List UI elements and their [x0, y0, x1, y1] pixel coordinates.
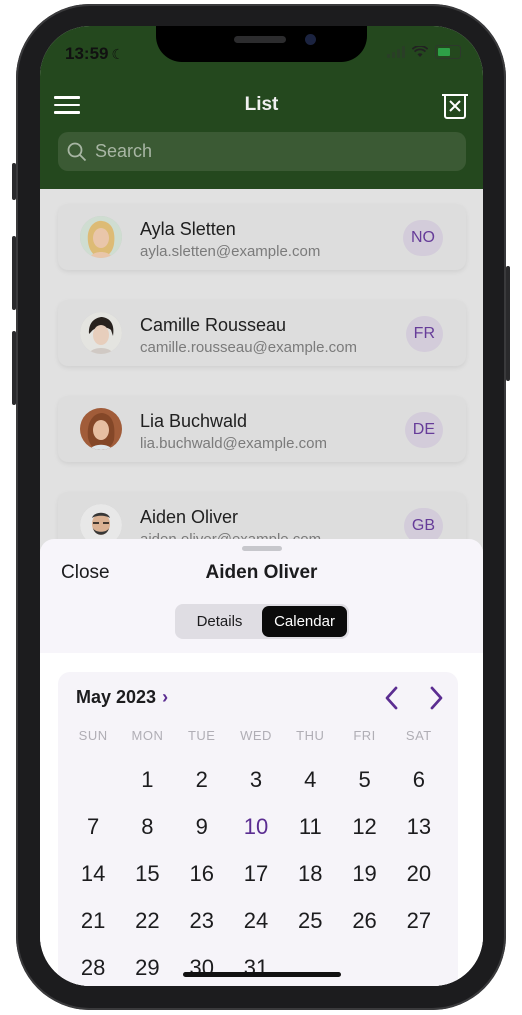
- search-input[interactable]: [93, 140, 466, 163]
- day-cell[interactable]: 31: [229, 954, 283, 986]
- weekday-label: SUN: [78, 728, 108, 743]
- day-cell-today[interactable]: 10: [229, 813, 283, 860]
- day-cell[interactable]: 3: [229, 766, 283, 813]
- sheet-grabber[interactable]: [242, 546, 282, 551]
- day-cell[interactable]: 12: [337, 813, 391, 860]
- trash-x-icon[interactable]: [439, 90, 471, 120]
- day-cell[interactable]: 16: [175, 860, 229, 907]
- mute-switch: [12, 163, 16, 200]
- day-cell[interactable]: 20: [392, 860, 446, 907]
- day-cell[interactable]: 22: [120, 907, 174, 954]
- camera: [305, 34, 316, 45]
- month-label: May 2023: [76, 687, 157, 707]
- screen: 13:59 ☾ List Search Ayla Sletten ayla.sl…: [40, 26, 483, 986]
- day-cell[interactable]: 18: [283, 860, 337, 907]
- status-time-text: 13:59: [65, 44, 109, 63]
- moon-icon: ☾: [111, 46, 125, 62]
- day-cell[interactable]: 11: [283, 813, 337, 860]
- day-cell[interactable]: 4: [283, 766, 337, 813]
- calendar: May 2023 › SUN MON TUE WED THU FRI SAT 1…: [58, 672, 458, 986]
- day-cell[interactable]: 17: [229, 860, 283, 907]
- dim-overlay[interactable]: [40, 189, 483, 549]
- day-cell[interactable]: 19: [337, 860, 391, 907]
- status-time: 13:59 ☾: [65, 44, 124, 64]
- day-cell[interactable]: 21: [66, 907, 120, 954]
- tab-calendar[interactable]: Calendar: [262, 606, 347, 637]
- chevron-right-icon[interactable]: [424, 684, 448, 712]
- day-cell[interactable]: 7: [66, 813, 120, 860]
- wifi-icon: [412, 46, 428, 57]
- segmented-control: Details Calendar: [175, 604, 349, 639]
- day-cell[interactable]: 28: [66, 954, 120, 986]
- day-cell[interactable]: 8: [120, 813, 174, 860]
- weekday-label: TUE: [187, 728, 216, 743]
- detail-sheet: Close Aiden Oliver Details Calendar May …: [40, 539, 483, 986]
- day-cell[interactable]: 23: [175, 907, 229, 954]
- weekday-label: SAT: [405, 728, 432, 743]
- search-bar: [58, 132, 466, 171]
- sheet-title: Aiden Oliver: [205, 562, 318, 583]
- weekday-label: THU: [296, 728, 325, 743]
- day-cell[interactable]: 27: [392, 907, 446, 954]
- volume-up-button: [12, 236, 16, 310]
- battery-icon: [435, 45, 461, 59]
- day-cell[interactable]: 13: [392, 813, 446, 860]
- weekday-label: FRI: [353, 728, 376, 743]
- day-cell[interactable]: 9: [175, 813, 229, 860]
- home-indicator[interactable]: [183, 972, 341, 977]
- day-cell[interactable]: 5: [337, 766, 391, 813]
- chevron-right-small-icon: ›: [162, 687, 169, 707]
- day-grid: 1 2 3 4 5 6 7 8 9 10 11 12 13 14 15 16 1: [66, 766, 446, 986]
- volume-down-button: [12, 331, 16, 405]
- day-cell[interactable]: 26: [337, 907, 391, 954]
- cellular-signal-icon: [387, 46, 405, 58]
- page-title: List: [244, 94, 279, 115]
- notch: [156, 26, 367, 62]
- power-button: [506, 266, 510, 381]
- tab-details[interactable]: Details: [177, 606, 262, 637]
- month-picker-button[interactable]: May 2023 ›: [76, 687, 168, 708]
- day-cell[interactable]: 24: [229, 907, 283, 954]
- day-cell[interactable]: 30: [175, 954, 229, 986]
- weekday-label: WED: [240, 728, 272, 743]
- day-cell[interactable]: 15: [120, 860, 174, 907]
- weekday-label: MON: [131, 728, 164, 743]
- search-icon: [67, 142, 87, 161]
- day-cell[interactable]: 29: [120, 954, 174, 986]
- status-indicators: [387, 45, 461, 59]
- day-cell[interactable]: 2: [175, 766, 229, 813]
- empty-day-cell: [66, 766, 120, 813]
- calendar-area: May 2023 › SUN MON TUE WED THU FRI SAT 1…: [40, 653, 483, 986]
- day-cell[interactable]: 1: [120, 766, 174, 813]
- weekday-header: SUN MON TUE WED THU FRI SAT: [66, 728, 446, 743]
- chevron-left-icon[interactable]: [380, 684, 404, 712]
- day-cell[interactable]: 14: [66, 860, 120, 907]
- speaker: [234, 36, 286, 43]
- day-cell[interactable]: 25: [283, 907, 337, 954]
- day-cell[interactable]: 6: [392, 766, 446, 813]
